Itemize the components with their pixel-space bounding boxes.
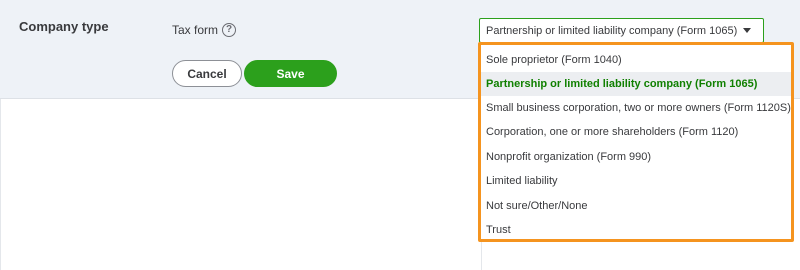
left-border — [0, 99, 1, 270]
tax-form-dropdown-menu: Sole proprietor (Form 1040) Partnership … — [481, 45, 791, 239]
dropdown-option-not-sure[interactable]: Not sure/Other/None — [481, 194, 791, 218]
dropdown-option-limited-liability[interactable]: Limited liability — [481, 169, 791, 193]
tax-form-select[interactable]: Partnership or limited liability company… — [479, 18, 764, 43]
question-circle-icon[interactable]: ? — [222, 23, 236, 37]
tax-form-label: Tax form — [172, 23, 219, 37]
dropdown-option-corporation[interactable]: Corporation, one or more shareholders (F… — [481, 120, 791, 144]
dropdown-option-trust[interactable]: Trust — [481, 218, 791, 239]
cancel-button[interactable]: Cancel — [172, 60, 242, 87]
dropdown-option-s-corporation[interactable]: Small business corporation, two or more … — [481, 96, 791, 120]
caret-down-icon — [743, 28, 751, 33]
tax-form-select-value: Partnership or limited liability company… — [486, 24, 738, 37]
save-button[interactable]: Save — [244, 60, 337, 87]
dropdown-option-sole-proprietor[interactable]: Sole proprietor (Form 1040) — [481, 48, 791, 72]
company-settings-view: Company type Tax form ? Partnership or l… — [0, 0, 800, 270]
section-label: Company type — [19, 19, 109, 34]
dropdown-option-partnership[interactable]: Partnership or limited liability company… — [481, 72, 791, 96]
dropdown-option-nonprofit[interactable]: Nonprofit organization (Form 990) — [481, 145, 791, 169]
